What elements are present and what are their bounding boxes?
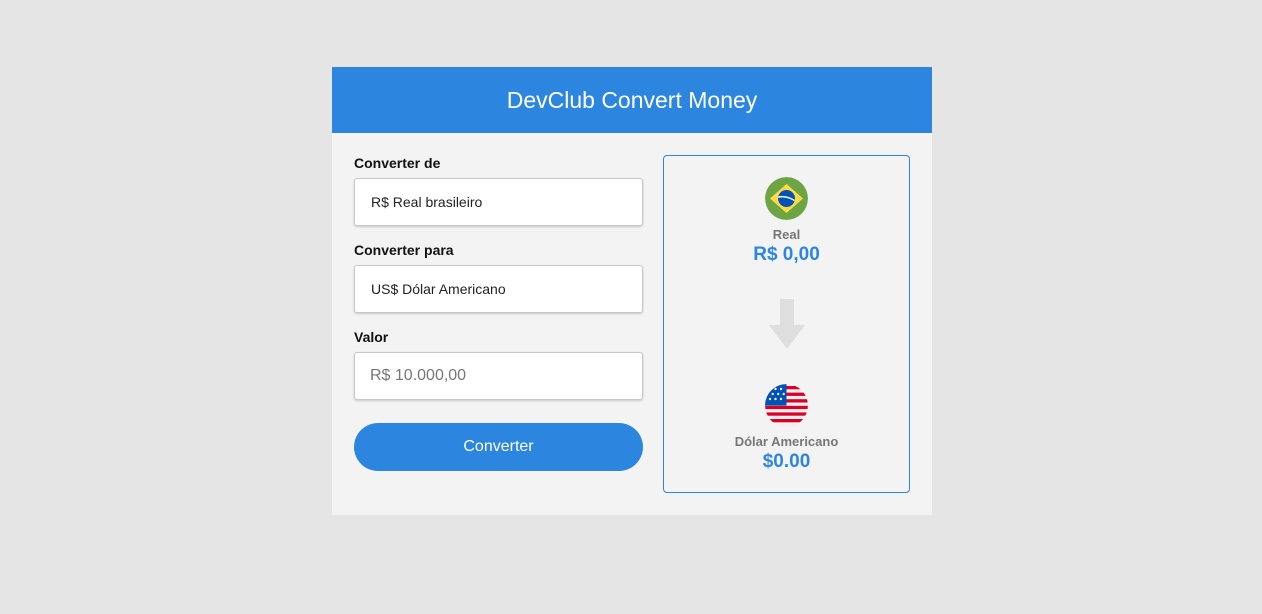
to-currency-select[interactable]: US$ Dólar Americano	[354, 265, 643, 313]
value-label: Valor	[354, 329, 389, 345]
to-currency-name: Dólar Americano	[734, 434, 839, 449]
result-panel: Real R$ 0,00 Dólar Americano $0.00	[663, 155, 910, 493]
value-input[interactable]	[354, 352, 643, 400]
to-currency-value: $0.00	[762, 451, 811, 472]
from-currency-name: Real	[772, 227, 801, 242]
app-header: DevClub Convert Money	[332, 67, 932, 133]
convert-button[interactable]: Converter	[354, 423, 643, 471]
to-currency-result: Dólar Americano $0.00	[664, 384, 909, 473]
converter-card: DevClub Convert Money Converter de R$ Re…	[332, 67, 932, 515]
converter-form: Converter de R$ Real brasileiro Converte…	[354, 155, 643, 471]
app-title: DevClub Convert Money	[506, 86, 758, 113]
to-currency-label: Converter para	[354, 242, 454, 258]
from-currency-select[interactable]: R$ Real brasileiro	[354, 178, 643, 226]
from-currency-value: R$ 0,00	[753, 244, 820, 265]
from-currency-label: Converter de	[354, 155, 441, 171]
from-currency-result: Real R$ 0,00	[664, 177, 909, 266]
to-currency-selected-value: US$ Dólar Americano	[371, 281, 506, 297]
usa-flag-icon	[765, 384, 808, 427]
from-currency-selected-value: R$ Real brasileiro	[371, 194, 483, 210]
brazil-flag-icon	[765, 177, 808, 220]
arrow-down-icon	[769, 299, 805, 349]
